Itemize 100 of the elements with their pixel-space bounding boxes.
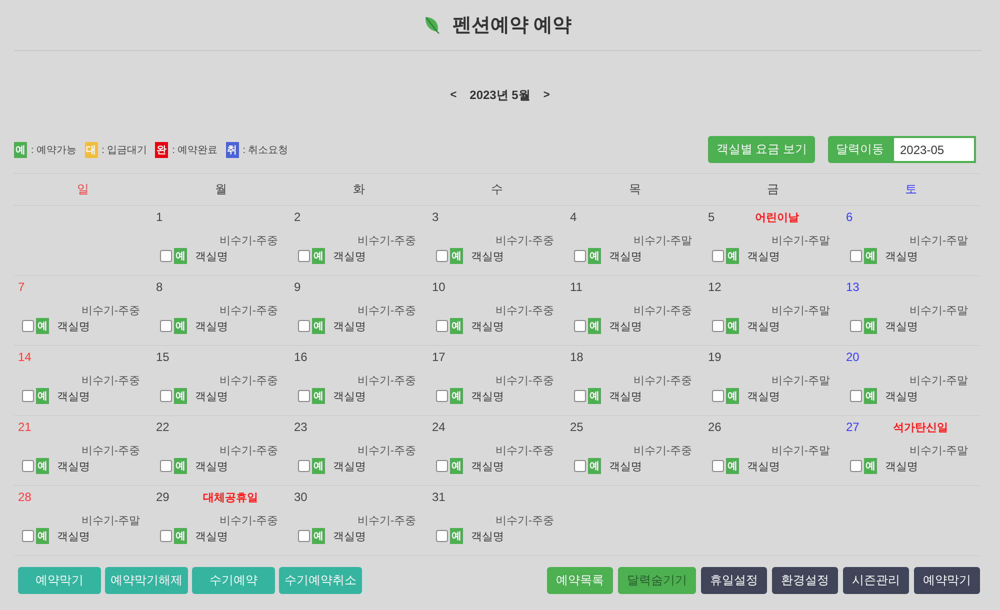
action-button[interactable]: 환경설정 [772, 567, 838, 594]
room-name[interactable]: 객실명 [57, 388, 90, 404]
date-number: 20 [846, 350, 860, 364]
room-checkbox[interactable] [712, 460, 724, 472]
season-label: 비수기-주중 [633, 444, 692, 458]
leaf-icon [424, 16, 440, 34]
room-name[interactable]: 객실명 [609, 318, 642, 334]
room-checkbox[interactable] [574, 390, 586, 402]
season-label: 비수기-주말 [633, 234, 692, 248]
room-checkbox[interactable] [712, 320, 724, 332]
action-button[interactable]: 휴일설정 [701, 567, 767, 594]
room-name[interactable]: 객실명 [333, 528, 366, 544]
legend-label: : 취소요청 [242, 144, 288, 156]
room-checkbox[interactable] [298, 390, 310, 402]
room-name[interactable]: 객실명 [471, 318, 504, 334]
room-checkbox[interactable] [850, 320, 862, 332]
room-checkbox[interactable] [160, 460, 172, 472]
room-name[interactable]: 객실명 [333, 458, 366, 474]
room-checkbox[interactable] [298, 250, 310, 262]
room-name[interactable]: 객실명 [471, 248, 504, 264]
room-checkbox[interactable] [574, 320, 586, 332]
season-label: 비수기-주중 [219, 514, 278, 528]
date-number: 31 [432, 490, 446, 504]
room-checkbox[interactable] [574, 460, 586, 472]
season-label: 비수기-주중 [219, 234, 278, 248]
status-badge: 예 [312, 388, 325, 404]
room-name[interactable]: 객실명 [333, 318, 366, 334]
room-checkbox[interactable] [436, 460, 448, 472]
room-checkbox[interactable] [22, 460, 34, 472]
room-checkbox[interactable] [160, 250, 172, 262]
action-button[interactable]: 시즌관리 [843, 567, 909, 594]
room-checkbox[interactable] [298, 530, 310, 542]
room-name[interactable]: 객실명 [195, 528, 228, 544]
room-name[interactable]: 객실명 [333, 248, 366, 264]
room-name[interactable]: 객실명 [57, 528, 90, 544]
room-checkbox[interactable] [22, 530, 34, 542]
room-checkbox[interactable] [160, 530, 172, 542]
prev-month-button[interactable]: < [447, 89, 460, 101]
room-name[interactable]: 객실명 [885, 458, 918, 474]
room-checkbox[interactable] [298, 460, 310, 472]
status-badge: 예 [450, 248, 463, 264]
season-label: 비수기-주말 [909, 234, 968, 248]
season-label: 비수기-주말 [771, 304, 830, 318]
room-name[interactable]: 객실명 [747, 388, 780, 404]
month-input[interactable]: 2023-05 [892, 136, 976, 163]
room-name[interactable]: 객실명 [885, 388, 918, 404]
room-name[interactable]: 객실명 [885, 248, 918, 264]
room-checkbox[interactable] [436, 390, 448, 402]
season-label: 비수기-주말 [81, 514, 140, 528]
status-badge: 예 [864, 388, 877, 404]
status-badge: 예 [14, 142, 27, 158]
room-checkbox[interactable] [436, 250, 448, 262]
room-checkbox[interactable] [850, 460, 862, 472]
season-label: 비수기-주중 [495, 374, 554, 388]
weekday-label: 일 [77, 181, 89, 198]
room-name[interactable]: 객실명 [747, 318, 780, 334]
room-checkbox[interactable] [298, 320, 310, 332]
room-name[interactable]: 객실명 [57, 318, 90, 334]
room-name[interactable]: 객실명 [195, 318, 228, 334]
room-name[interactable]: 객실명 [609, 248, 642, 264]
room-name[interactable]: 객실명 [747, 248, 780, 264]
room-checkbox[interactable] [160, 320, 172, 332]
room-name[interactable]: 객실명 [471, 388, 504, 404]
season-label: 비수기-주중 [219, 304, 278, 318]
status-badge: 예 [174, 248, 187, 264]
status-badge: 예 [588, 248, 601, 264]
room-checkbox[interactable] [22, 390, 34, 402]
action-button[interactable]: 예약막기 [914, 567, 980, 594]
room-name[interactable]: 객실명 [195, 388, 228, 404]
status-badge: 예 [450, 528, 463, 544]
season-label: 비수기-주말 [771, 444, 830, 458]
room-checkbox[interactable] [712, 250, 724, 262]
holiday-label: 어린이날 [755, 210, 799, 224]
room-name[interactable]: 객실명 [471, 458, 504, 474]
room-name[interactable]: 객실명 [885, 318, 918, 334]
status-badge: 대 [84, 142, 98, 158]
room-name[interactable]: 객실명 [609, 388, 642, 404]
room-name[interactable]: 객실명 [471, 528, 504, 544]
season-label: 비수기-주중 [357, 234, 416, 248]
holiday-label: 석가탄신일 [893, 420, 948, 434]
room-checkbox[interactable] [436, 530, 448, 542]
season-label: 비수기-주중 [219, 444, 278, 458]
room-name[interactable]: 객실명 [195, 248, 228, 264]
room-checkbox[interactable] [160, 390, 172, 402]
next-month-button[interactable]: > [540, 89, 553, 101]
room-name[interactable]: 객실명 [195, 458, 228, 474]
room-name[interactable]: 객실명 [747, 458, 780, 474]
room-checkbox[interactable] [850, 250, 862, 262]
weekday-label: 목 [629, 181, 641, 198]
room-checkbox[interactable] [574, 250, 586, 262]
room-name[interactable]: 객실명 [57, 458, 90, 474]
date-number: 10 [432, 280, 446, 294]
room-checkbox[interactable] [436, 320, 448, 332]
month-label: 2023년 5월 [470, 86, 530, 104]
room-checkbox[interactable] [712, 390, 724, 402]
room-checkbox[interactable] [850, 390, 862, 402]
room-name[interactable]: 객실명 [333, 388, 366, 404]
status-badge: 예 [36, 318, 49, 334]
room-checkbox[interactable] [22, 320, 34, 332]
room-name[interactable]: 객실명 [609, 458, 642, 474]
